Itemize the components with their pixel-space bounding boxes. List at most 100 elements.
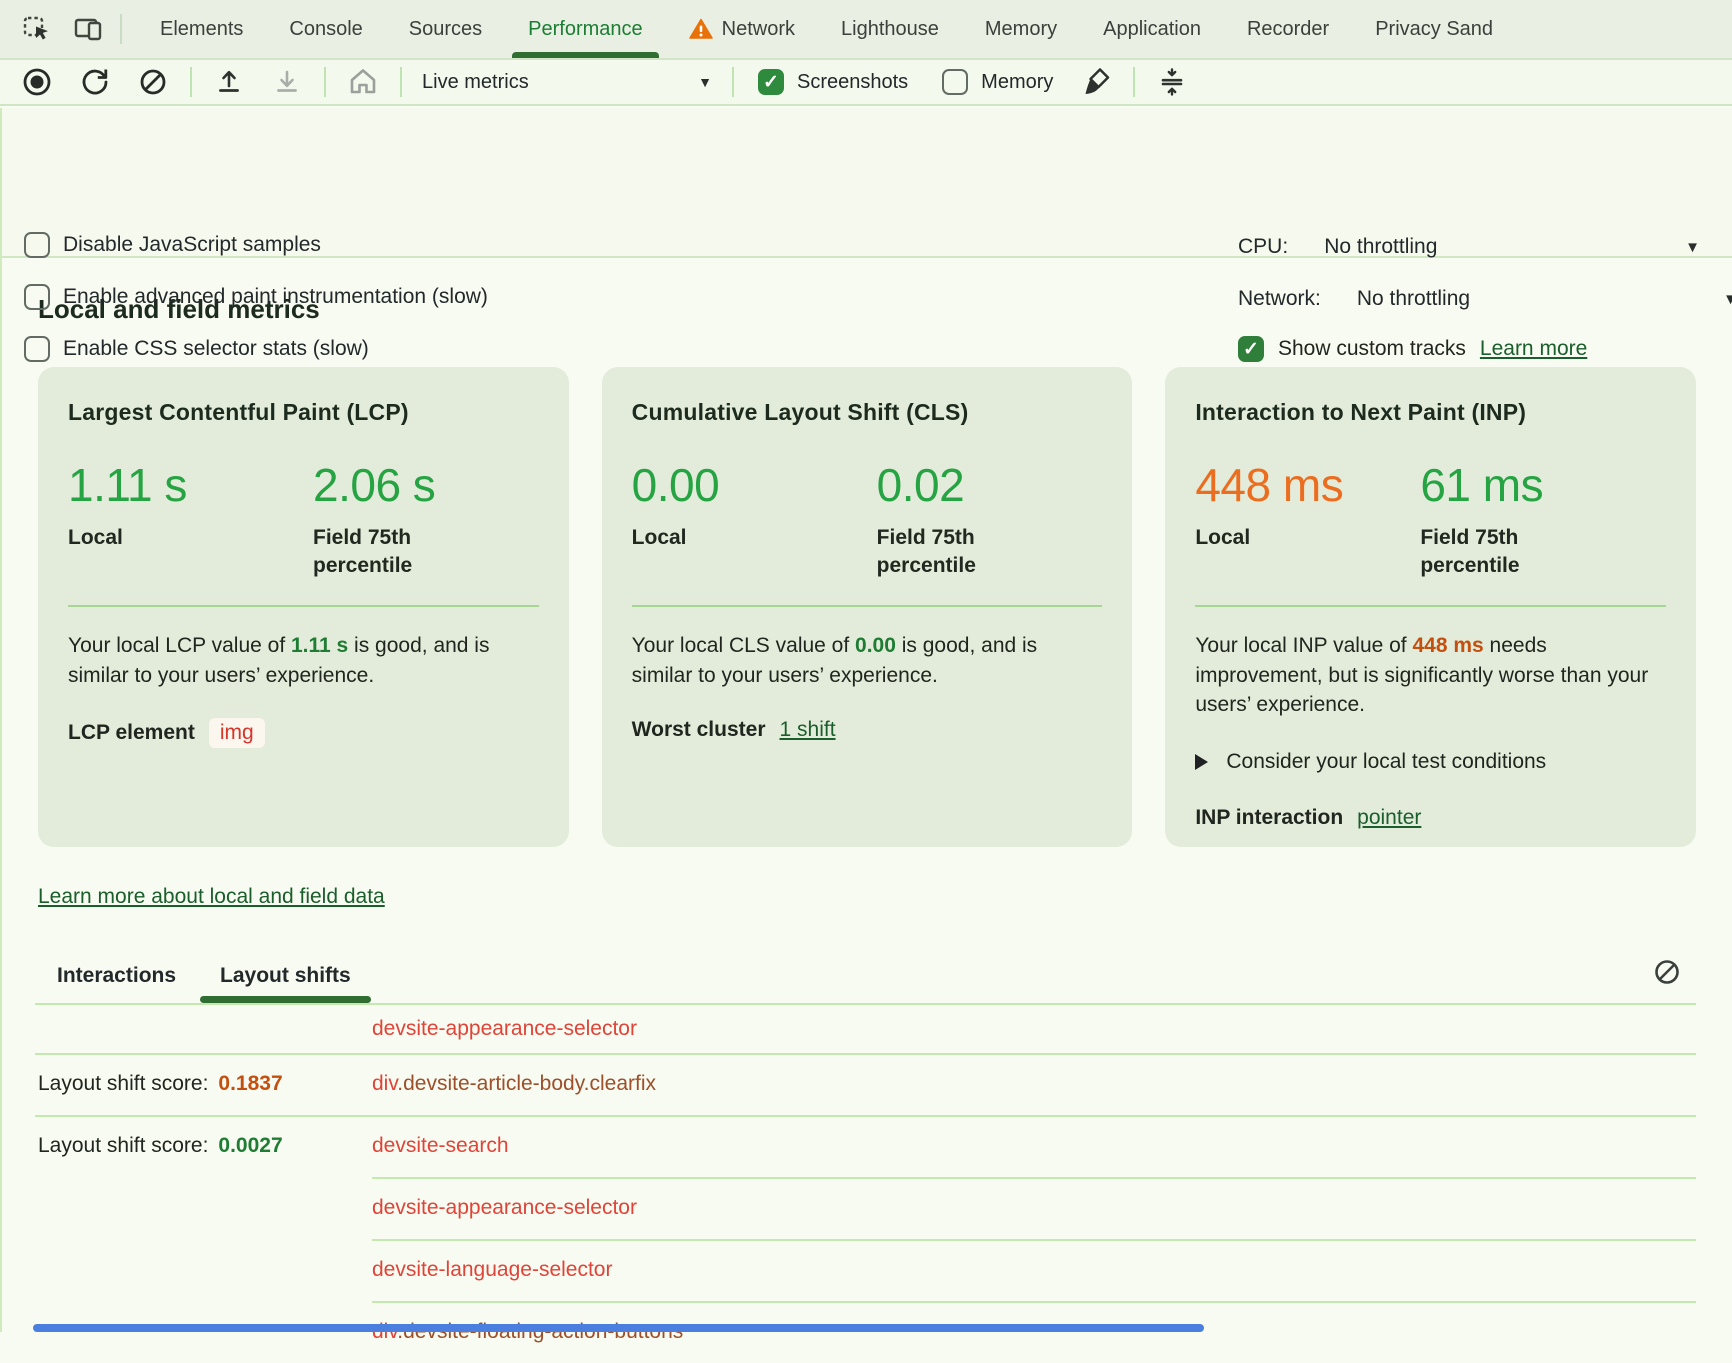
shift-score: Layout shift score: 0.0027 — [38, 1134, 283, 1158]
tab-elements[interactable]: Elements — [160, 0, 243, 58]
warning-icon — [689, 17, 713, 41]
card-divider — [68, 605, 539, 607]
shift-score: Layout shift score: 0.1837 — [38, 1072, 283, 1096]
record-button[interactable] — [20, 65, 54, 99]
download-profile-icon[interactable] — [270, 65, 304, 99]
local-test-conditions-expander[interactable]: Consider your local test conditions — [1195, 750, 1666, 774]
devtools-tab-bar: Elements Console Sources Performance Net… — [0, 0, 1732, 60]
layout-shift-row[interactable]: div.devsite-floating-action-buttons — [38, 1301, 1696, 1363]
tab-privacy-sandbox[interactable]: Privacy Sand — [1375, 0, 1493, 58]
lcp-card: Largest Contentful Paint (LCP) 1.11 s Lo… — [38, 367, 569, 847]
lcp-local-block: 1.11 s Local — [68, 458, 313, 581]
device-toolbar-icon[interactable] — [72, 12, 106, 46]
worst-cluster-label: Worst cluster — [632, 718, 766, 742]
tab-sources[interactable]: Sources — [409, 0, 482, 58]
tab-lighthouse[interactable]: Lighthouse — [841, 0, 939, 58]
toolbar-divider — [190, 67, 192, 97]
tab-memory[interactable]: Memory — [985, 0, 1057, 58]
cls-local-block: 0.00 Local — [632, 458, 877, 581]
layout-shift-rows: devsite-appearance-selector Layout shift… — [38, 1005, 1696, 1363]
shift-element-link[interactable]: div.devsite-article-body.clearfix — [372, 1072, 656, 1096]
toolbar-divider — [324, 67, 326, 97]
network-throttling-select[interactable]: Network: No throttling ▼ — [1238, 284, 1732, 314]
advanced-paint-row[interactable]: Enable advanced paint instrumentation (s… — [24, 284, 488, 310]
lcp-field-block: 2.06 s Field 75th percentile — [313, 458, 539, 581]
chevron-down-icon: ▼ — [698, 74, 712, 90]
layout-shift-row[interactable]: Layout shift score: 0.1837 div.devsite-a… — [38, 1053, 1696, 1115]
screenshots-checkbox-row[interactable]: ✓ Screenshots — [758, 69, 908, 95]
chevron-down-icon: ▼ — [1723, 291, 1732, 308]
cls-card-title: Cumulative Layout Shift (CLS) — [632, 399, 1103, 426]
tab-console[interactable]: Console — [289, 0, 362, 58]
inp-local-value: 448 ms — [1195, 458, 1420, 512]
lcp-card-title: Largest Contentful Paint (LCP) — [68, 399, 539, 426]
shift-element-link[interactable]: devsite-language-selector — [372, 1258, 612, 1282]
shift-element-link[interactable]: devsite-appearance-selector — [372, 1196, 637, 1220]
layout-shift-row[interactable]: Layout shift score: 0.0027 devsite-searc… — [38, 1115, 1696, 1177]
toolbar-divider — [400, 67, 402, 97]
lcp-description: Your local LCP value of 1.11 s is good, … — [68, 631, 539, 691]
inp-field-block: 61 ms Field 75th percentile — [1420, 458, 1666, 581]
card-divider — [632, 605, 1103, 607]
toolbar-divider — [1133, 67, 1135, 97]
toolbar-divider — [732, 67, 734, 97]
interactions-log: Interactions Layout shifts devsite-appea… — [38, 949, 1696, 1363]
collapse-sections-icon[interactable] — [1155, 65, 1189, 99]
cls-local-value: 0.00 — [632, 458, 877, 512]
clear-icon[interactable] — [136, 65, 170, 99]
worst-cluster-link[interactable]: 1 shift — [780, 718, 836, 742]
upload-profile-icon[interactable] — [212, 65, 246, 99]
tab-layout-shifts[interactable]: Layout shifts — [220, 949, 351, 1003]
inp-description: Your local INP value of 448 ms needs imp… — [1195, 631, 1666, 720]
lcp-local-value: 1.11 s — [68, 458, 313, 512]
inp-card: Interaction to Next Paint (INP) 448 ms L… — [1165, 367, 1696, 847]
live-metrics-dropdown[interactable]: Live metrics ▼ — [422, 71, 712, 94]
reload-record-icon[interactable] — [78, 65, 112, 99]
clear-log-icon[interactable] — [1652, 957, 1682, 987]
tab-performance[interactable]: Performance — [528, 0, 643, 58]
home-icon[interactable] — [346, 65, 380, 99]
disable-js-samples-row[interactable]: Disable JavaScript samples — [24, 232, 321, 258]
shift-element-link[interactable]: devsite-search — [372, 1134, 509, 1158]
layout-shift-row[interactable]: devsite-appearance-selector — [38, 1005, 1696, 1053]
show-custom-tracks-checkbox[interactable]: ✓ — [1238, 336, 1264, 362]
lcp-element-label: LCP element — [68, 721, 195, 745]
performance-toolbar: Live metrics ▼ ✓ Screenshots Memory — [0, 60, 1732, 106]
shift-element-link[interactable]: devsite-appearance-selector — [372, 1017, 637, 1041]
tab-application[interactable]: Application — [1103, 0, 1201, 58]
inp-interaction-label: INP interaction — [1195, 806, 1343, 830]
expand-triangle-icon — [1195, 754, 1208, 770]
css-selector-stats-row[interactable]: Enable CSS selector stats (slow) — [24, 336, 369, 362]
cpu-throttling-select[interactable]: CPU: No throttling ▼ — [1238, 232, 1700, 262]
tab-interactions[interactable]: Interactions — [57, 949, 176, 1003]
show-custom-tracks-row[interactable]: ✓ Show custom tracks Learn more — [1238, 336, 1587, 362]
live-metrics-view: Local and field metrics Largest Contentf… — [2, 294, 1732, 1363]
inp-local-block: 448 ms Local — [1195, 458, 1420, 581]
lcp-element-node-link[interactable]: img — [209, 718, 265, 748]
css-selector-stats-checkbox[interactable] — [24, 336, 50, 362]
advanced-paint-checkbox[interactable] — [24, 284, 50, 310]
memory-checkbox-row[interactable]: Memory — [942, 69, 1053, 95]
memory-checkbox[interactable] — [942, 69, 968, 95]
learn-more-field-data-link[interactable]: Learn more about local and field data — [38, 885, 385, 909]
gc-brush-icon[interactable] — [1079, 65, 1113, 99]
cls-card: Cumulative Layout Shift (CLS) 0.00 Local… — [602, 367, 1133, 847]
cls-field-value: 0.02 — [877, 458, 1103, 512]
layout-shift-row[interactable]: devsite-language-selector — [38, 1239, 1696, 1301]
cls-description: Your local CLS value of 0.00 is good, an… — [632, 631, 1103, 691]
metric-cards: Largest Contentful Paint (LCP) 1.11 s Lo… — [38, 367, 1696, 847]
chevron-down-icon: ▼ — [1685, 239, 1700, 256]
toolbar-divider — [120, 14, 122, 44]
tab-network[interactable]: Network — [689, 0, 795, 58]
inp-card-title: Interaction to Next Paint (INP) — [1195, 399, 1666, 426]
inp-interaction-link[interactable]: pointer — [1357, 806, 1421, 830]
inspect-element-icon[interactable] — [20, 12, 54, 46]
layout-shift-row[interactable]: devsite-appearance-selector — [38, 1177, 1696, 1239]
disable-js-samples-checkbox[interactable] — [24, 232, 50, 258]
tab-recorder[interactable]: Recorder — [1247, 0, 1329, 58]
lcp-field-value: 2.06 s — [313, 458, 539, 512]
inp-field-value: 61 ms — [1420, 458, 1666, 512]
learn-more-link[interactable]: Learn more — [1480, 337, 1587, 361]
horizontal-scrollbar[interactable] — [33, 1324, 1204, 1332]
screenshots-checkbox[interactable]: ✓ — [758, 69, 784, 95]
